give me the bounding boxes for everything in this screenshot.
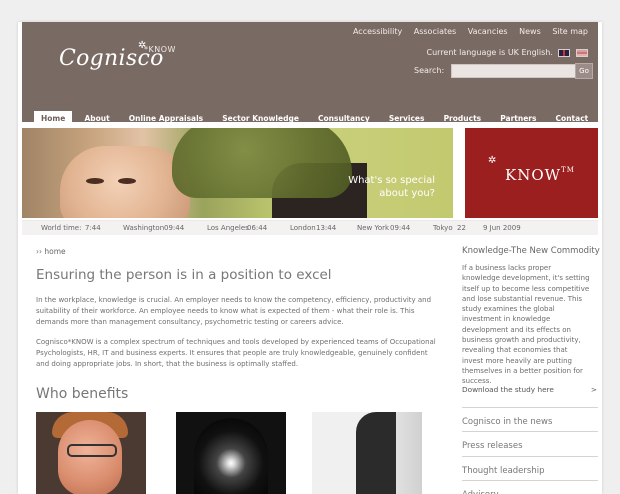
tunnel-shape [194, 418, 268, 494]
nav-partners[interactable]: Partners [493, 111, 543, 127]
main-navigation: Home About Online Appraisals Sector Know… [34, 106, 595, 127]
sparkle-icon: ✲ [488, 155, 497, 166]
world-time-city-los-angeles: Los Angeles [207, 224, 249, 232]
benefit-image-person[interactable] [36, 412, 146, 494]
hero-tagline-line1: What's so special [348, 175, 435, 186]
world-time-value-london: 13:44 [316, 224, 337, 232]
know-promo-panel[interactable]: ✲ KNOWTM [465, 128, 598, 218]
sidebar-item-thought-leadership[interactable]: Thought leadership [462, 456, 598, 476]
nav-products[interactable]: Products [437, 111, 489, 127]
hero-tagline: What's so special about you? [348, 174, 435, 200]
flag-icon[interactable] [576, 48, 588, 57]
world-time-city-new-york: New York [357, 224, 390, 232]
page: Accessibility Associates Vacancies News … [18, 22, 602, 494]
nav-online-appraisals[interactable]: Online Appraisals [122, 111, 210, 127]
sidebar-title: Knowledge-The New Commodity [462, 246, 600, 256]
accessibility-link[interactable]: Accessibility [353, 27, 402, 36]
nav-home[interactable]: Home [34, 111, 73, 127]
current-date: 9 Jun 2009 [483, 224, 521, 232]
hero-hat-image [172, 128, 352, 198]
chevron-right-icon: > [590, 385, 597, 394]
sidebar-item-press-releases[interactable]: Press releases [462, 431, 598, 451]
logo-suffix: *KNOW [144, 45, 176, 54]
hero-banner: What's so special about you? [22, 128, 453, 218]
intro-paragraph-2: Cognisco*KNOW is a complex spectrum of t… [36, 338, 436, 368]
sitemap-link[interactable]: Site map [552, 27, 588, 36]
sidebar-item-advisory[interactable]: Advisory [462, 480, 598, 494]
search-input[interactable] [451, 64, 577, 78]
benefit-image-silhouette[interactable] [312, 412, 422, 494]
hero-eye-right [118, 178, 136, 184]
nav-sector-knowledge[interactable]: Sector Knowledge [215, 111, 306, 127]
download-study-label: Download the study here [462, 385, 554, 394]
news-link[interactable]: News [519, 27, 541, 36]
uk-flag-icon[interactable] [558, 48, 571, 57]
know-wordmark-text: KNOW [505, 166, 562, 184]
hero-eye-left [86, 178, 104, 184]
language-indicator: Current language is UK English. [427, 48, 588, 57]
associates-link[interactable]: Associates [414, 27, 456, 36]
world-time-value-new-york: 09:44 [390, 224, 411, 232]
utility-links: Accessibility Associates Vacancies News … [344, 27, 588, 36]
know-wordmark: KNOWTM [505, 166, 575, 184]
search-go-button[interactable]: Go [575, 63, 593, 79]
benefit-image-tunnel[interactable] [176, 412, 286, 494]
search-label: Search: [414, 66, 445, 75]
nav-contact[interactable]: Contact [549, 111, 596, 127]
download-study-link[interactable]: Download the study here > [462, 385, 597, 394]
page-title: Ensuring the person is in a position to … [36, 267, 332, 283]
language-text: Current language is UK English. [426, 48, 553, 57]
world-time-label: World time: [41, 224, 82, 232]
nav-about[interactable]: About [77, 111, 116, 127]
world-time-bar: World time: 7:44 Washington 09:44 Los An… [22, 220, 598, 235]
silhouette-shape [356, 412, 396, 494]
nav-services[interactable]: Services [382, 111, 432, 127]
world-time-value-local: 7:44 [85, 224, 101, 232]
who-benefits-heading: Who benefits [36, 386, 129, 402]
world-time-city-london: London [290, 224, 316, 232]
world-time-value-washington: 09:44 [164, 224, 185, 232]
sidebar-body: If a business lacks proper knowledge dev… [462, 264, 590, 386]
sidebar-item-news[interactable]: Cognisco in the news [462, 407, 598, 427]
intro-paragraph-1: In the workplace, knowledge is crucial. … [36, 296, 432, 326]
trademark-mark: TM [561, 166, 575, 174]
vacancies-link[interactable]: Vacancies [468, 27, 508, 36]
glasses-icon [67, 444, 117, 457]
benefit-image-person-face [58, 420, 122, 494]
world-time-value-los-angeles: 06:44 [247, 224, 268, 232]
world-time-value-tokyo: 22 [457, 224, 466, 232]
site-header: Accessibility Associates Vacancies News … [22, 22, 598, 127]
world-time-city-washington: Washington [123, 224, 165, 232]
breadcrumb[interactable]: ›› home [36, 247, 66, 256]
world-time-city-tokyo: Tokyo [433, 224, 453, 232]
hero-tagline-line2: about you? [379, 188, 435, 199]
nav-consultancy[interactable]: Consultancy [311, 111, 377, 127]
